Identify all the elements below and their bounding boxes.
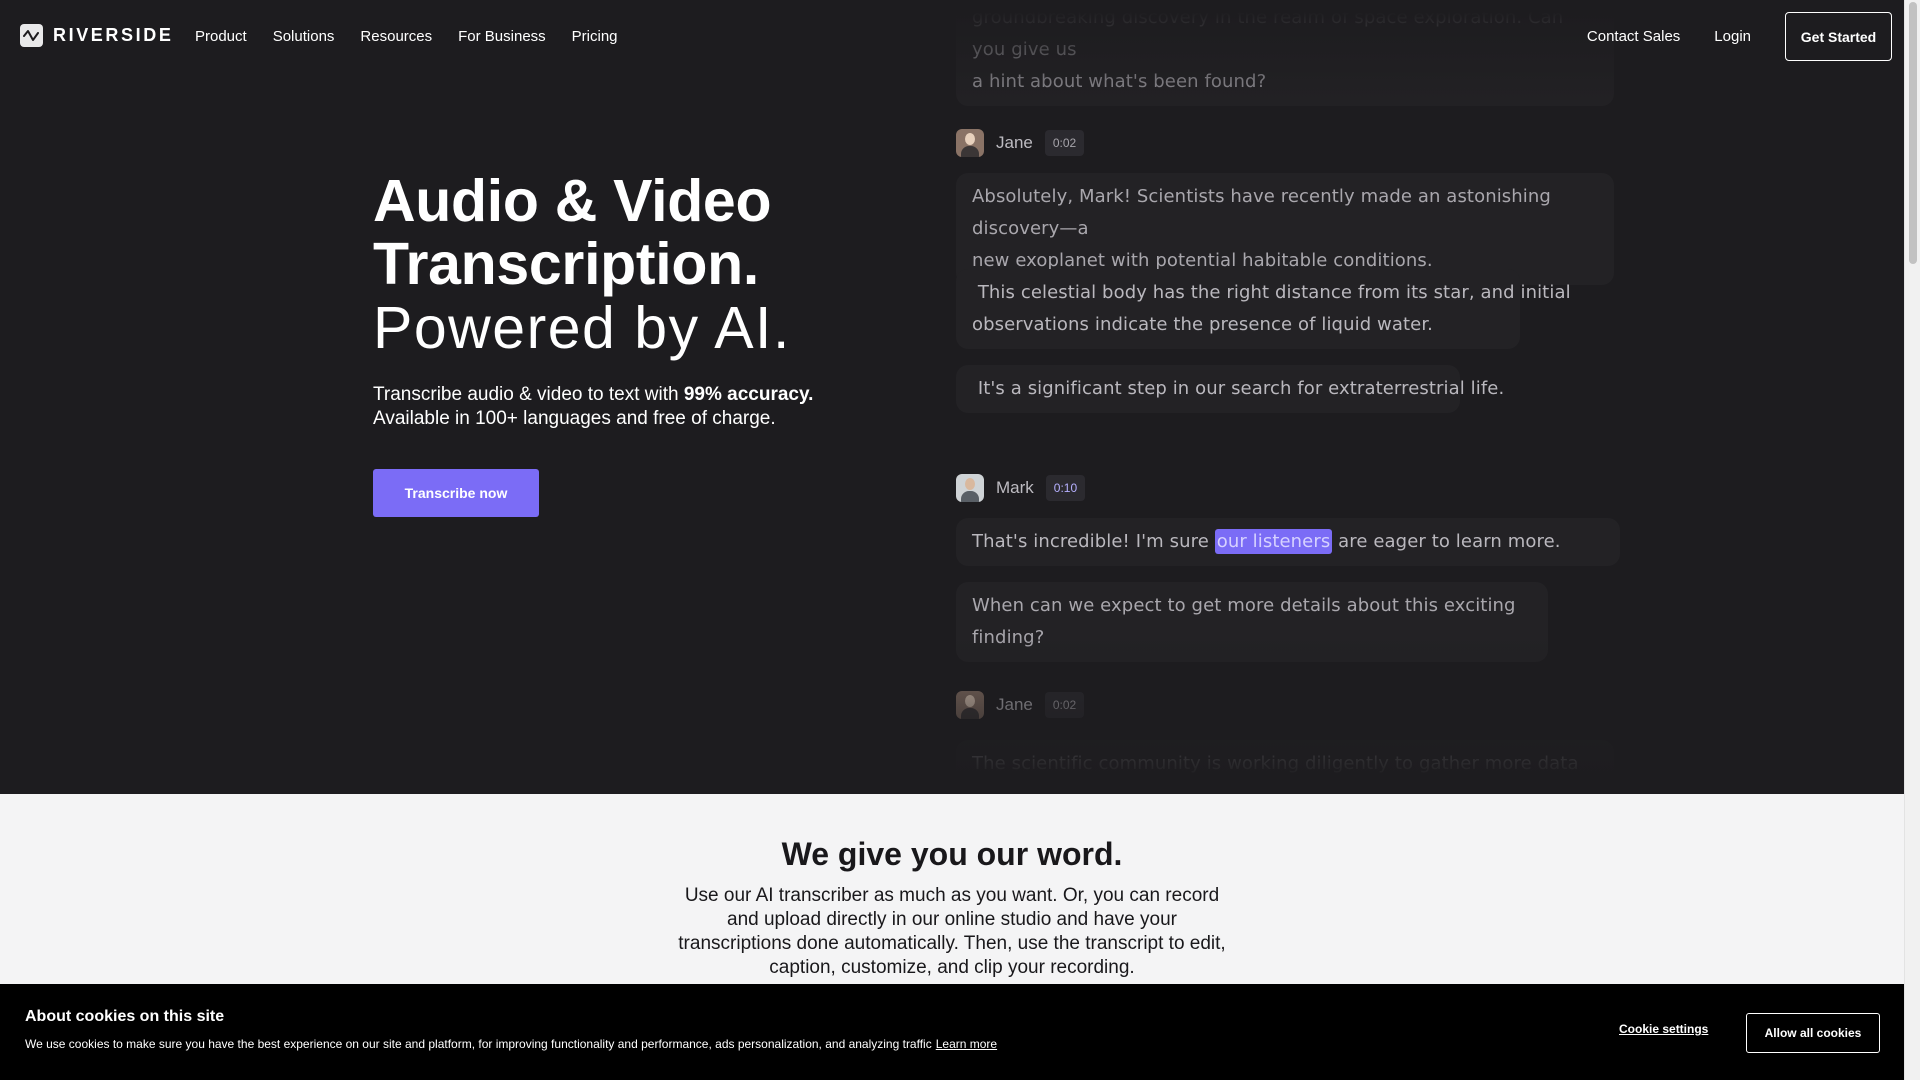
nav-links: Product Solutions Resources For Business… bbox=[195, 28, 618, 45]
allow-all-cookies-button[interactable]: Allow all cookies bbox=[1746, 1013, 1880, 1053]
hero-subtitle: Transcribe audio & video to text with 99… bbox=[373, 383, 813, 431]
logo-icon bbox=[20, 24, 43, 47]
hero-title: Audio & Video Transcription. bbox=[373, 170, 771, 296]
learn-more-link[interactable]: Learn more bbox=[936, 1037, 997, 1051]
avatar bbox=[956, 474, 984, 502]
transcript-bubble: It's a significant step in our search fo… bbox=[956, 365, 1505, 413]
cookie-text: We use cookies to make sure you have the… bbox=[25, 1037, 997, 1051]
avatar bbox=[956, 129, 984, 157]
top-nav: RIVERSIDE Product Solutions Resources Fo… bbox=[0, 0, 1904, 72]
transcript-preview: groundbreaking discovery in the realm of… bbox=[956, 0, 1656, 794]
cookie-description: We use cookies to make sure you have the… bbox=[25, 1037, 932, 1051]
page-scrollbar[interactable] bbox=[1904, 0, 1920, 1080]
speaker-jane: Jane 0:02 bbox=[956, 690, 1085, 720]
transcript-text: It's a significant step in our search fo… bbox=[972, 378, 1505, 399]
logo-text: RIVERSIDE bbox=[53, 25, 174, 45]
get-started-button[interactable]: Get Started bbox=[1785, 12, 1892, 61]
transcript-text: That's incredible! I'm sure bbox=[972, 531, 1215, 552]
transcript-text: This celestial body has the right distan… bbox=[972, 282, 1571, 303]
nav-link-resources[interactable]: Resources bbox=[360, 28, 432, 45]
nav-link-pricing[interactable]: Pricing bbox=[572, 28, 618, 45]
transcript-text: are eager to learn more. bbox=[1332, 531, 1561, 552]
avatar bbox=[956, 691, 984, 719]
nav-link-solutions[interactable]: Solutions bbox=[273, 28, 335, 45]
hero-subtitle-bold: 99% accuracy. bbox=[683, 384, 814, 405]
contact-sales-link[interactable]: Contact Sales bbox=[1587, 28, 1680, 45]
transcribe-now-button[interactable]: Transcribe now bbox=[373, 469, 539, 517]
cookie-settings-link[interactable]: Cookie settings bbox=[1619, 1022, 1708, 1036]
section-body: Use our AI transcriber as much as you wa… bbox=[678, 885, 1226, 978]
highlighted-word: our listeners bbox=[1214, 529, 1333, 554]
transcript-text: observations indicate the presence of li… bbox=[972, 314, 1433, 335]
scrollbar-thumb[interactable] bbox=[1909, 2, 1917, 264]
hero-title-line: Transcription. bbox=[373, 231, 759, 297]
logo[interactable]: RIVERSIDE bbox=[20, 24, 173, 47]
transcript-text: Absolutely, Mark! Scientists have recent… bbox=[972, 186, 1551, 239]
login-link[interactable]: Login bbox=[1714, 28, 1751, 45]
hero-section: groundbreaking discovery in the realm of… bbox=[0, 0, 1904, 794]
transcript-bubble: When can we expect to get more details a… bbox=[956, 582, 1548, 662]
hero-subtitle-text: Transcribe audio & video to text with bbox=[373, 384, 684, 405]
hero-subtitle-text: Available in 100+ languages and free of … bbox=[373, 408, 776, 429]
cookie-title: About cookies on this site bbox=[25, 1008, 225, 1025]
nav-link-for-business[interactable]: For Business bbox=[458, 28, 546, 45]
nav-actions: Contact Sales Login Get Started bbox=[1587, 12, 1892, 61]
speaker-timestamp: 0:02 bbox=[1044, 130, 1085, 156]
transcript-bubble: That's incredible! I'm sure our listener… bbox=[956, 518, 1620, 566]
cookie-banner: About cookies on this site We use cookie… bbox=[0, 984, 1904, 1080]
transcript-text: The scientific community is working dili… bbox=[972, 753, 1579, 794]
speaker-timestamp: 0:10 bbox=[1045, 475, 1086, 501]
transcript-bubble: This celestial body has the right distan… bbox=[956, 269, 1571, 349]
section-title: We give you our word. bbox=[781, 836, 1123, 872]
speaker-name: Mark bbox=[996, 478, 1034, 497]
speaker-timestamp: 0:02 bbox=[1044, 692, 1085, 718]
transcript-text: When can we expect to get more details a… bbox=[972, 595, 1516, 648]
speaker-jane: Jane 0:02 bbox=[956, 128, 1085, 158]
nav-link-product[interactable]: Product bbox=[195, 28, 247, 45]
speaker-mark: Mark 0:10 bbox=[956, 473, 1086, 503]
speaker-name: Jane bbox=[996, 133, 1033, 152]
hero-title-line: Audio & Video bbox=[373, 168, 772, 234]
hero-title-light: Powered by AI. bbox=[373, 295, 791, 361]
transcript-bubble: The scientific community is working dili… bbox=[956, 740, 1614, 794]
speaker-name: Jane bbox=[996, 695, 1033, 714]
